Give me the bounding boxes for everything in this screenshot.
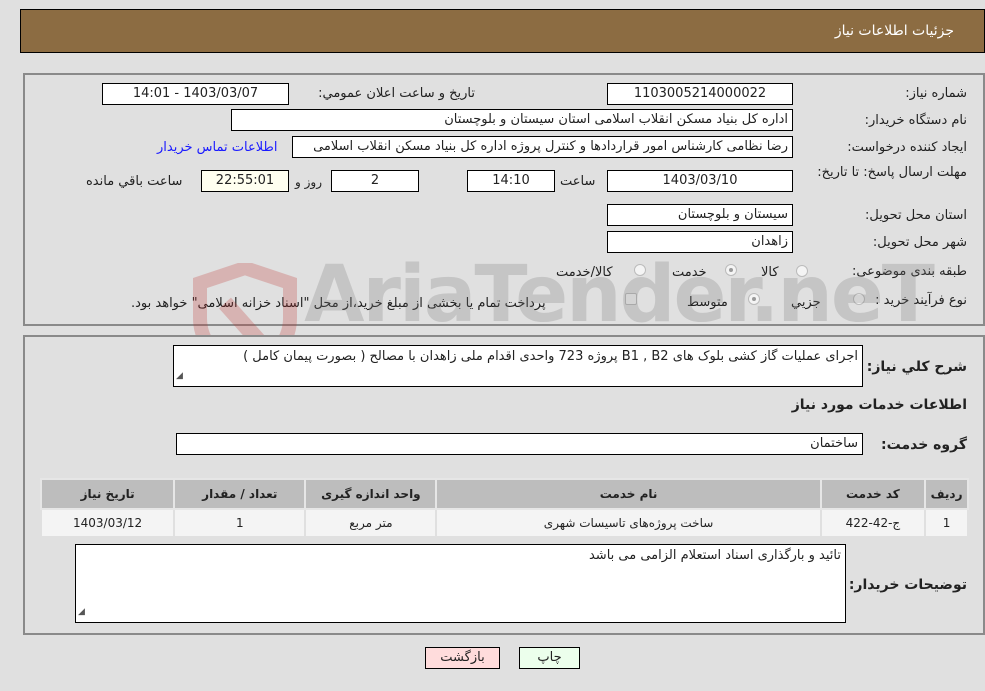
deadline-time-label: ساعت <box>560 174 596 189</box>
category-option-goods: کالا <box>761 265 779 280</box>
deadline-label: مهلت ارسال پاسخ: تا تاریخ: <box>817 165 967 180</box>
buyer-org-field: اداره کل بنیاد مسکن انقلاب اسلامی استان … <box>231 109 793 131</box>
days-remaining-field: 2 <box>331 170 419 192</box>
purchase-radio-minor[interactable] <box>853 293 865 305</box>
services-table: ردیف کد خدمت نام خدمت واحد اندازه گیری ت… <box>39 478 969 538</box>
cell-service-name: ساخت پروژه‌های تاسیسات شهری <box>435 508 822 538</box>
requester-field: رضا نظامی کارشناس امور قراردادها و کنترل… <box>292 136 793 158</box>
table-row: 1 ج-42-422 ساخت پروژه‌های تاسیسات شهری م… <box>39 508 969 538</box>
announce-datetime-label: تاریخ و ساعت اعلان عمومي: <box>318 86 475 101</box>
description-textarea[interactable]: اجرای عملیات گاز کشی بلوک های B1 , B2 پر… <box>173 345 863 387</box>
days-label: روز و <box>295 175 322 189</box>
time-remaining-field: 22:55:01 <box>201 170 289 192</box>
purchase-type-label: نوع فرآیند خرید : <box>875 293 967 308</box>
category-radio-service[interactable] <box>725 264 737 276</box>
buyer-contact-link[interactable]: اطلاعات تماس خریدار <box>157 140 277 155</box>
category-option-service: خدمت <box>672 265 707 280</box>
print-button[interactable]: چاپ <box>519 647 580 669</box>
cell-quantity: 1 <box>173 508 307 538</box>
cell-row: 1 <box>924 508 969 538</box>
category-label: طبقه بندی موضوعی: <box>851 264 967 279</box>
col-service-name: نام خدمت <box>435 478 822 510</box>
table-header-row: ردیف کد خدمت نام خدمت واحد اندازه گیری ت… <box>39 478 969 510</box>
requester-label: ایجاد کننده درخواست: <box>847 140 967 155</box>
treasury-note: پرداخت تمام یا بخشی از مبلغ خرید،از محل … <box>131 296 546 311</box>
time-remaining-label: ساعت باقي مانده <box>86 174 183 189</box>
service-group-field: ساختمان <box>176 433 863 455</box>
category-option-goods-service: کالا/خدمت <box>556 265 613 280</box>
page-header: جزئیات اطلاعات نیاز <box>20 9 985 53</box>
cell-need-date: 1403/03/12 <box>39 508 176 538</box>
purchase-radio-medium[interactable] <box>748 293 760 305</box>
delivery-city-label: شهر محل تحویل: <box>872 235 967 250</box>
col-need-date: تاریخ نیاز <box>39 478 176 510</box>
buyer-notes-textarea[interactable]: تائید و بارگذاری اسناد استعلام الزامی می… <box>75 544 846 623</box>
deadline-date-field: 1403/03/10 <box>607 170 793 192</box>
buyer-notes-text: تائید و بارگذاری اسناد استعلام الزامی می… <box>588 548 841 563</box>
delivery-city-field: زاهدان <box>607 231 793 253</box>
cell-service-code: ج-42-422 <box>819 508 927 538</box>
announce-datetime-field: 1403/03/07 - 14:01 <box>102 83 289 105</box>
purchase-option-medium: متوسط <box>687 295 728 310</box>
col-unit: واحد اندازه گیری <box>304 478 438 510</box>
service-group-label: گروه خدمت: <box>881 437 967 453</box>
resize-handle-icon[interactable]: ◢ <box>78 604 85 621</box>
description-text: اجرای عملیات گاز کشی بلوک های B1 , B2 پر… <box>243 349 858 364</box>
description-label: شرح کلي نیاز: <box>866 359 967 375</box>
purchase-option-minor: جزيي <box>791 295 821 310</box>
treasury-checkbox[interactable] <box>625 293 637 305</box>
deadline-time-field: 14:10 <box>467 170 555 192</box>
col-quantity: تعداد / مقدار <box>173 478 307 510</box>
need-number-field: 1103005214000022 <box>607 83 793 105</box>
col-service-code: کد خدمت <box>819 478 927 510</box>
resize-handle-icon[interactable]: ◢ <box>176 368 183 385</box>
page-title: جزئیات اطلاعات نیاز <box>834 23 954 39</box>
delivery-province-field: سیستان و بلوچستان <box>607 204 793 226</box>
cell-unit: متر مربع <box>304 508 438 538</box>
category-radio-goods[interactable] <box>796 265 808 277</box>
back-button[interactable]: بازگشت <box>425 647 500 669</box>
category-radio-goods-service[interactable] <box>634 264 646 276</box>
services-heading: اطلاعات خدمات مورد نیاز <box>791 397 967 413</box>
buyer-notes-label: توضیحات خریدار: <box>848 577 967 593</box>
need-number-label: شماره نیاز: <box>905 86 967 101</box>
buyer-org-label: نام دستگاه خریدار: <box>864 113 967 128</box>
delivery-province-label: استان محل تحویل: <box>865 208 967 223</box>
col-row: ردیف <box>924 478 969 510</box>
